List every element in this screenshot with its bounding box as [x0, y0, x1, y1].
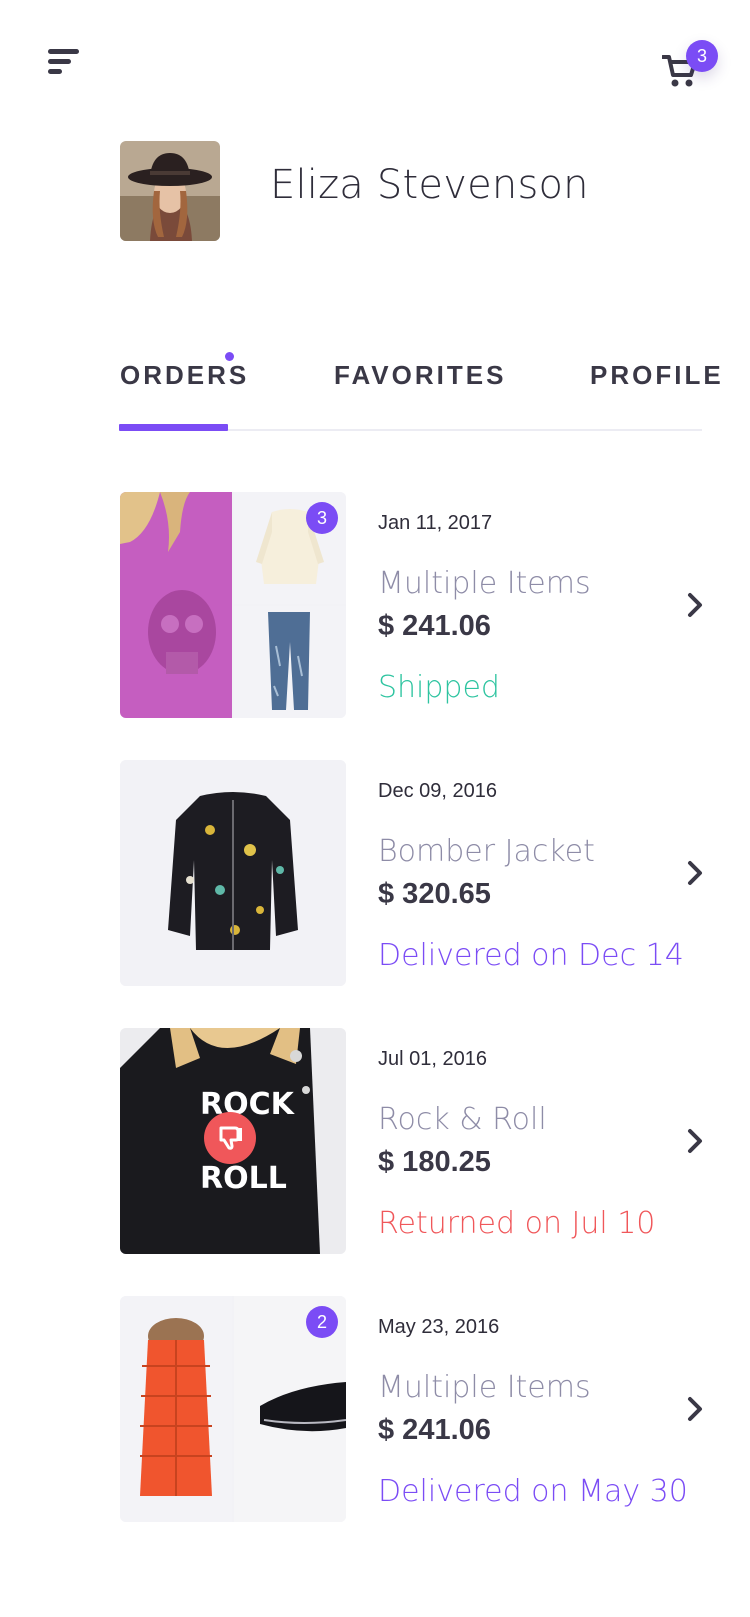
- item-count-badge: 2: [306, 1306, 338, 1338]
- menu-icon-bar: [48, 59, 71, 64]
- item-count-badge: 3: [306, 502, 338, 534]
- cart-button[interactable]: 3: [656, 40, 718, 96]
- order-date: Jul 01, 2016: [378, 1048, 487, 1070]
- menu-icon-bar: [48, 69, 62, 74]
- order-item[interactable]: Dec 09, 2016 Bomber Jacket $ 320.65 Deli…: [120, 760, 702, 986]
- order-date: Jan 11, 2017: [378, 512, 493, 534]
- chevron-right-icon[interactable]: [684, 590, 706, 620]
- order-thumbnail: 3: [120, 492, 346, 718]
- user-name: Eliza Stevenson: [270, 162, 589, 208]
- order-title: Multiple Items: [378, 1370, 591, 1405]
- order-date: May 23, 2016: [378, 1316, 500, 1338]
- order-price: $ 241.06: [378, 1414, 491, 1446]
- product-image-bomber-jacket: [120, 760, 346, 986]
- tab-notification-dot: [225, 352, 234, 361]
- product-image-jeans: [234, 606, 346, 718]
- active-tab-indicator: [119, 424, 228, 431]
- chevron-right-icon[interactable]: [684, 1126, 706, 1156]
- order-thumbnail: [120, 760, 346, 986]
- order-item[interactable]: 3 Jan 11, 2017 Multiple Items $ 241.06 S…: [120, 492, 702, 718]
- order-status: Delivered on Dec 14: [378, 938, 684, 973]
- order-price: $ 180.25: [378, 1146, 491, 1178]
- order-item[interactable]: ROCK ROLL Jul 01, 2016 Rock & Roll $ 180…: [120, 1028, 702, 1254]
- tab-favorites[interactable]: FAVORITES: [334, 360, 506, 391]
- order-thumbnail: 2: [120, 1296, 346, 1522]
- tab-bar: ORDERS FAVORITES PROFILE: [119, 330, 721, 431]
- chevron-right-icon[interactable]: [684, 858, 706, 888]
- order-status: Delivered on May 30: [378, 1474, 688, 1509]
- thumbnail-text-roll: ROLL: [200, 1161, 287, 1196]
- product-image-parka: [120, 1296, 232, 1522]
- order-title: Rock & Roll: [378, 1102, 547, 1137]
- menu-button[interactable]: [46, 46, 82, 80]
- tab-orders[interactable]: ORDERS: [120, 360, 249, 391]
- order-thumbnail: ROCK ROLL: [120, 1028, 346, 1254]
- return-badge: [204, 1112, 256, 1164]
- avatar: [120, 141, 220, 241]
- menu-icon-bar: [48, 49, 79, 54]
- tab-profile[interactable]: PROFILE: [590, 360, 724, 391]
- chevron-right-icon[interactable]: [684, 1394, 706, 1424]
- order-date: Dec 09, 2016: [378, 780, 497, 802]
- order-price: $ 241.06: [378, 610, 491, 642]
- product-image-tshirt: [120, 492, 232, 718]
- order-title: Bomber Jacket: [378, 834, 595, 869]
- order-status: Shipped: [378, 670, 500, 705]
- order-title: Multiple Items: [378, 566, 591, 601]
- order-status: Returned on Jul 10: [378, 1206, 656, 1241]
- order-price: $ 320.65: [378, 878, 491, 910]
- cart-count-badge: 3: [686, 40, 718, 72]
- thumbs-down-icon: [219, 1126, 242, 1150]
- order-item[interactable]: 2 May 23, 2016 Multiple Items $ 241.06 D…: [120, 1296, 702, 1522]
